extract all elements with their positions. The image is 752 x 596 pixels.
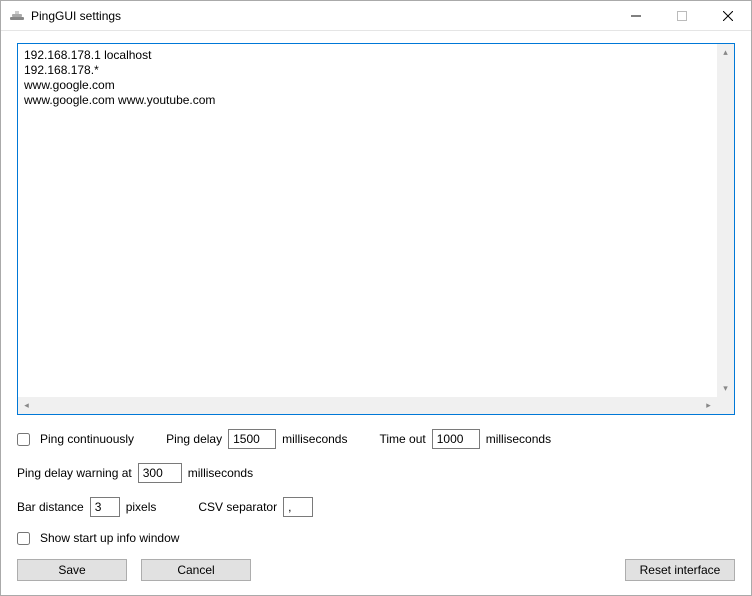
app-icon (9, 8, 25, 24)
button-row: Save Cancel Reset interface (17, 559, 735, 581)
titlebar: PingGUI settings (1, 1, 751, 31)
minimize-button[interactable] (613, 1, 659, 30)
vertical-scrollbar[interactable]: ▴ ▾ (717, 44, 734, 397)
maximize-button (659, 1, 705, 30)
timeout-unit: milliseconds (486, 432, 551, 446)
hosts-textarea[interactable] (18, 44, 734, 397)
close-button[interactable] (705, 1, 751, 30)
bar-distance-label: Bar distance (17, 500, 84, 514)
show-startup-checkbox[interactable] (17, 532, 30, 545)
csv-separator-input[interactable] (283, 497, 313, 517)
window-title: PingGUI settings (31, 9, 613, 23)
row-ping-delay: Ping continuously Ping delay millisecond… (17, 429, 735, 449)
ping-delay-warning-unit: milliseconds (188, 466, 253, 480)
content-area: ▴ ▾ ◂ ▸ Ping continuously Ping delay mil… (1, 31, 751, 595)
ping-continuously-label: Ping continuously (40, 432, 134, 446)
timeout-input[interactable] (432, 429, 480, 449)
ping-delay-warning-label: Ping delay warning at (17, 466, 132, 480)
scroll-up-icon[interactable]: ▴ (717, 44, 734, 61)
ping-delay-warning-input[interactable] (138, 463, 182, 483)
scroll-right-icon[interactable]: ▸ (700, 397, 717, 414)
scroll-left-icon[interactable]: ◂ (18, 397, 35, 414)
horizontal-scrollbar[interactable]: ◂ ▸ (18, 397, 717, 414)
timeout-label: Time out (379, 432, 425, 446)
show-startup-label: Show start up info window (40, 531, 179, 545)
bar-distance-unit: pixels (126, 500, 157, 514)
scroll-down-icon[interactable]: ▾ (717, 380, 734, 397)
row-startup: Show start up info window (17, 531, 735, 545)
ping-continuously-checkbox[interactable] (17, 433, 30, 446)
cancel-button[interactable]: Cancel (141, 559, 251, 581)
ping-delay-label: Ping delay (166, 432, 222, 446)
window-controls (613, 1, 751, 30)
hosts-textarea-wrap: ▴ ▾ ◂ ▸ (17, 43, 735, 415)
scrollbar-corner (717, 397, 734, 414)
ping-delay-unit: milliseconds (282, 432, 347, 446)
row-bar-csv: Bar distance pixels CSV separator (17, 497, 735, 517)
bar-distance-input[interactable] (90, 497, 120, 517)
reset-interface-button[interactable]: Reset interface (625, 559, 735, 581)
ping-delay-input[interactable] (228, 429, 276, 449)
row-delay-warning: Ping delay warning at milliseconds (17, 463, 735, 483)
csv-separator-label: CSV separator (198, 500, 277, 514)
save-button[interactable]: Save (17, 559, 127, 581)
